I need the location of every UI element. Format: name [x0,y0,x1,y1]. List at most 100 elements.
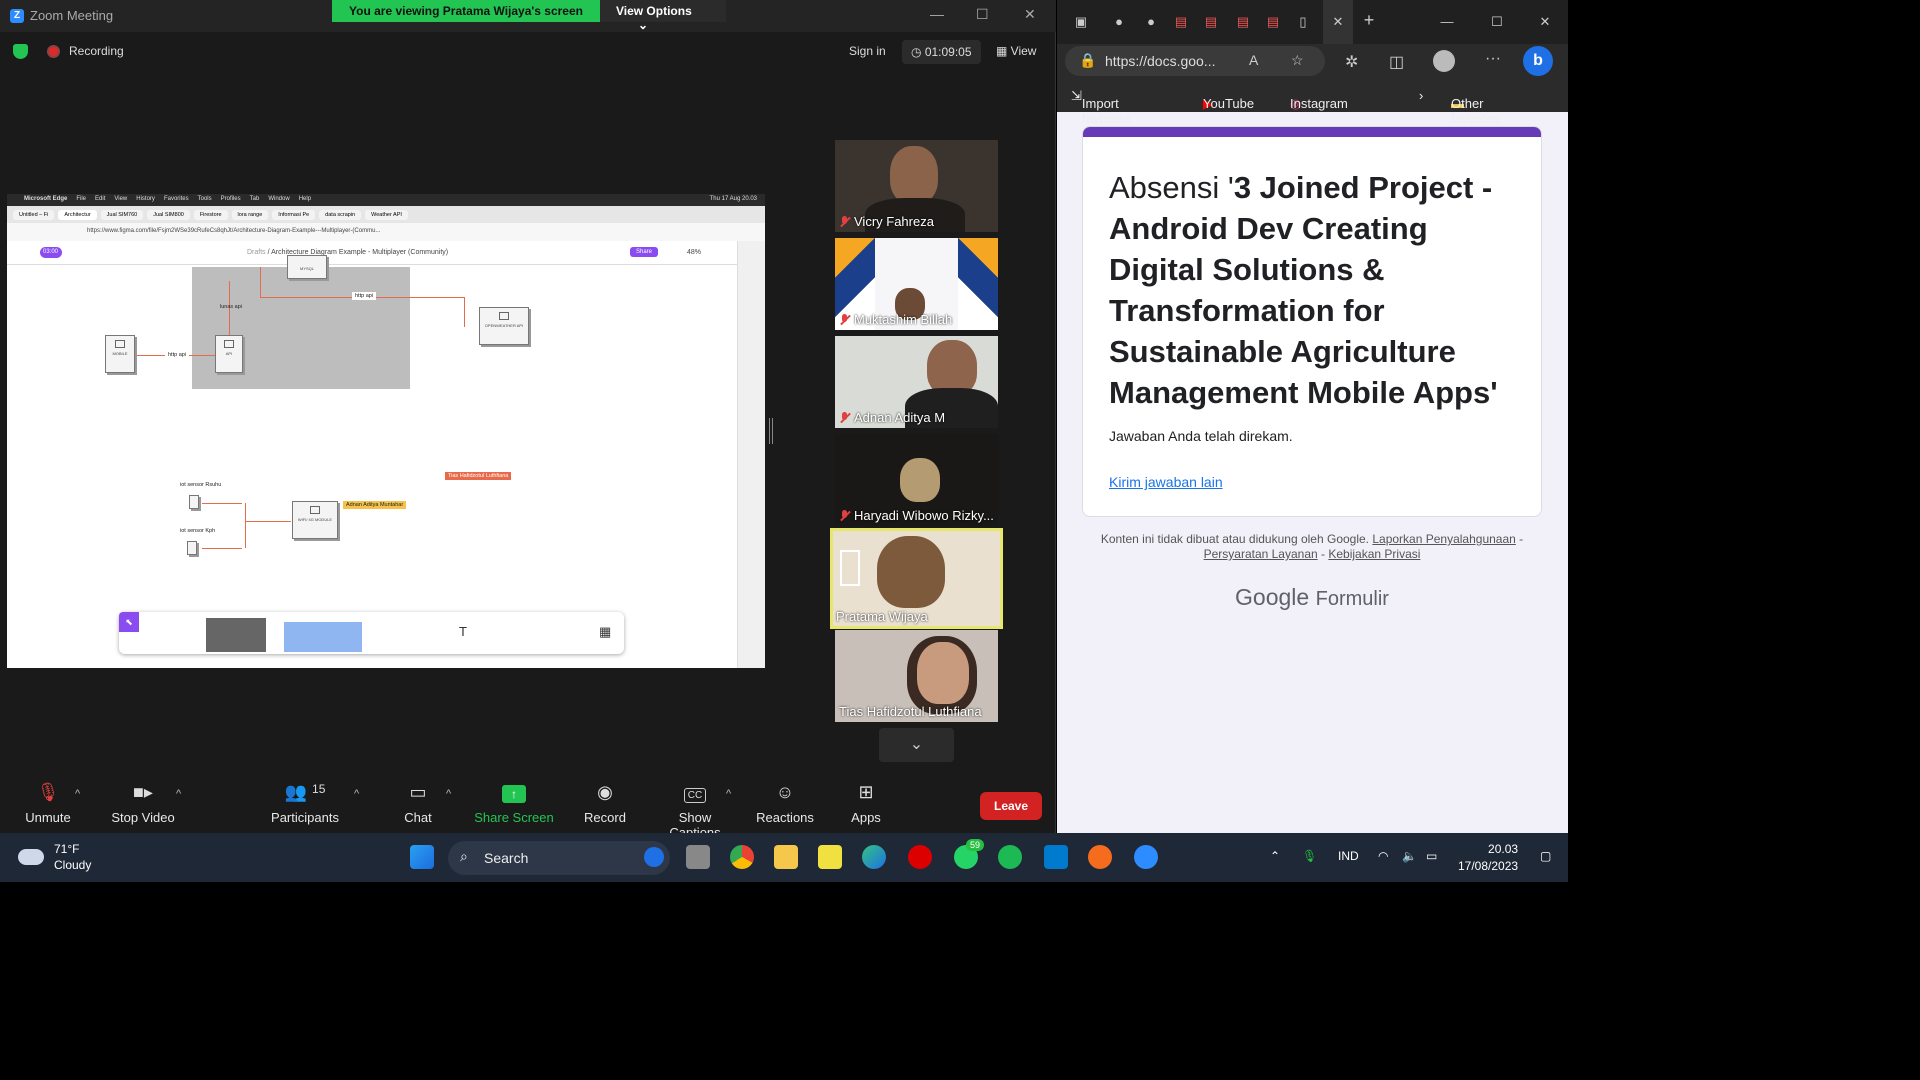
input-language[interactable]: IND [1338,849,1359,863]
chrome-icon[interactable] [730,845,754,869]
privacy-link[interactable]: Kebijakan Privasi [1328,547,1420,561]
favorites-bar: ⇲ Import favorites ▶ YouTube ◎ Instagram… [1057,80,1568,126]
pdf-tab-icon[interactable]: ▤ [1233,14,1253,31]
pdf-tab-icon[interactable]: ▤ [1263,14,1283,31]
leave-button[interactable]: Leave [980,792,1042,820]
split-handle[interactable] [769,418,773,444]
chat-label: Chat [404,810,432,825]
video-tile[interactable]: Tias Hafidzotul Luthfiana [835,630,998,722]
zoom-app-icon[interactable] [1134,845,1158,869]
taskbar-search[interactable]: ⌕ Search [448,841,670,875]
video-tile[interactable]: Haryadi Wibowo Rizky... [835,434,998,526]
zoom-titlebar: Z Zoom Meeting You are viewing Pratama Wi… [0,0,1056,32]
view-options-button[interactable]: View Options ⌄ [599,0,726,32]
participants-button[interactable]: 👥 15 Participants [268,782,342,825]
search-icon: ⌕ [460,848,468,864]
shape-swatch [206,618,266,652]
participants-caret-icon[interactable]: ^ [354,788,359,800]
opera-icon[interactable] [908,845,932,869]
google-forms-logo[interactable]: Google Formulir [1082,584,1542,611]
tab-actions-icon[interactable]: ▣ [1071,14,1091,31]
maximize-icon[interactable]: ☐ [976,6,989,23]
pdf-tab-icon[interactable]: ▤ [1201,14,1221,31]
node-label: MOBILE [112,351,128,356]
favorites-overflow-icon[interactable]: › [1419,88,1423,103]
file-explorer-icon[interactable] [774,845,798,869]
active-tab-close-icon[interactable]: ✕ [1323,0,1353,44]
submit-another-link[interactable]: Kirim jawaban lain [1109,474,1223,490]
new-tab-icon[interactable]: + [1359,10,1379,30]
video-tile[interactable]: Adnan Aditya M [835,336,998,428]
postman-icon[interactable] [1088,845,1112,869]
node-label: API [225,351,233,356]
participant-name-tag: Tias Hafidzotul Luthfiana [839,704,982,719]
scroll-down-chevron-icon[interactable]: ⌄ [879,728,954,762]
pdf-tab-icon[interactable]: ▤ [1171,14,1191,31]
captions-caret-icon[interactable]: ^ [726,788,731,800]
weather-widget[interactable]: 71°F Cloudy [18,841,91,873]
edge-icon[interactable] [862,845,886,869]
volume-icon[interactable]: 🔈 [1402,849,1417,863]
close-icon[interactable]: ✕ [1024,6,1036,23]
apps-button[interactable]: ⊞ Apps [848,782,884,825]
node-mysql: MYSQL [287,255,327,279]
profile-avatar[interactable] [1433,50,1455,72]
security-shield-icon[interactable] [13,44,28,59]
vscode-icon[interactable] [1044,845,1068,869]
chat-caret-icon[interactable]: ^ [446,788,451,800]
tray-overflow-chevron-icon[interactable]: ⌃ [1270,849,1280,863]
spotify-icon[interactable] [998,845,1022,869]
bing-copilot-icon[interactable]: b [1523,46,1553,76]
audio-caret-icon[interactable]: ^ [75,788,80,800]
minimize-icon[interactable]: — [930,6,944,22]
stop-video-button[interactable]: ■▸ Stop Video [108,782,178,825]
close-icon[interactable]: ✕ [1535,14,1555,31]
wifi-icon[interactable]: ◠ [1378,849,1388,863]
task-view-icon[interactable] [686,845,710,869]
sticky-notes-icon[interactable] [818,845,842,869]
more-menu-icon[interactable]: ··· [1485,50,1501,68]
battery-icon[interactable]: ▭ [1426,849,1437,863]
bg-stripes-right [958,238,998,330]
menu-edit: Edit [95,196,106,202]
favorite-star-icon[interactable]: ☆ [1291,52,1304,69]
github-tab-icon[interactable]: ● [1141,14,1161,31]
minimize-icon[interactable]: — [1437,14,1457,31]
participant-name-tag: Haryadi Wibowo Rizky... [839,508,994,523]
edge-label: lunas api [220,304,243,310]
maximize-icon[interactable]: ☐ [1487,14,1507,31]
chat-button[interactable]: ▭ Chat [398,782,438,825]
record-button[interactable]: ◉ Record [582,782,628,825]
edge-sensor2 [202,548,242,549]
reactions-button[interactable]: ☺ Reactions [756,782,814,825]
terms-link[interactable]: Persyaratan Layanan [1204,547,1318,561]
report-abuse-link[interactable]: Laporkan Penyalahgunaan [1372,532,1515,546]
menu-view: View [114,196,128,202]
video-tile-active-speaker[interactable]: Pratama Wijaya [830,528,1003,629]
sign-in-button[interactable]: Sign in [849,44,886,58]
form-footer: Konten ini tidak dibuat atau didukung ol… [1082,532,1542,562]
split-screen-icon[interactable]: ◫ [1389,52,1404,72]
video-caret-icon[interactable]: ^ [176,788,181,800]
github-tab-icon[interactable]: ● [1109,14,1129,31]
device-icon [310,506,320,514]
mac-menubar: Microsoft Edge File Edit View History Fa… [7,194,765,206]
edge-sensor1 [202,503,242,504]
microphone-icon[interactable]: 🎙 [1302,849,1317,863]
unmute-button[interactable]: 🎙 Unmute [18,782,78,825]
page-tab-icon[interactable]: ▯ [1293,14,1313,31]
system-clock[interactable]: 20.03 17/08/2023 [1458,841,1518,875]
video-tile[interactable]: Muktashim Billah [835,238,998,330]
import-favorites[interactable]: ⇲ Import favorites [1071,88,1131,126]
share-screen-button[interactable]: ↑ Share Screen [474,782,554,825]
extensions-icon[interactable]: ✲ [1345,52,1358,72]
url-field[interactable]: 🔒 https://docs.goo... A ☆ [1065,46,1325,76]
stop-video-label: Stop Video [111,810,175,825]
participant-name: Muktashim Billah [854,312,953,327]
view-button[interactable]: ▦ View [996,44,1036,58]
menu-tools: Tools [197,196,212,202]
read-aloud-icon[interactable]: A [1249,52,1258,68]
start-windows-icon[interactable] [410,845,434,869]
video-tile[interactable]: Vicry Fahreza [835,140,998,232]
notifications-icon[interactable]: ▢ [1540,849,1551,863]
